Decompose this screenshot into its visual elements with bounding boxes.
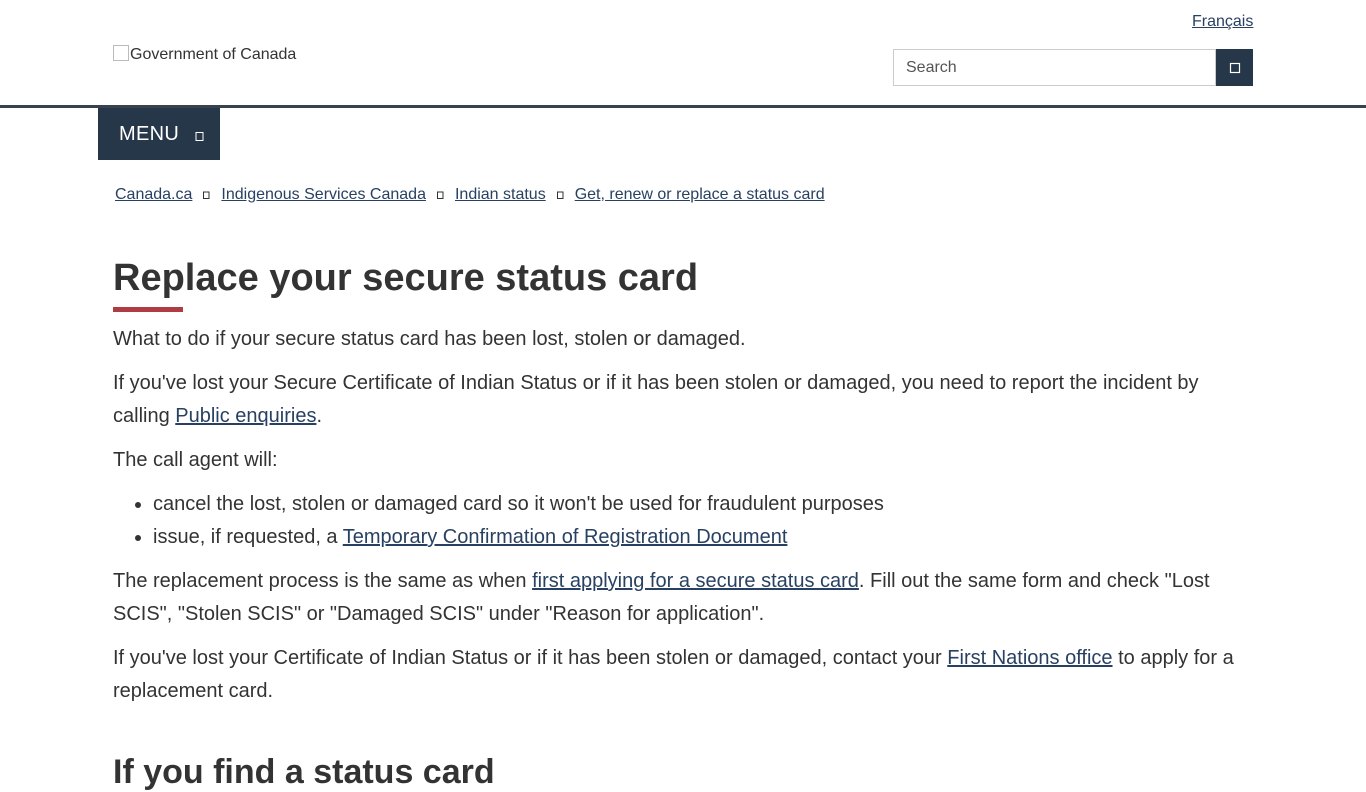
search-form bbox=[893, 49, 1253, 86]
menu-button[interactable]: MENU bbox=[98, 108, 220, 160]
breadcrumb: Canada.ca Indigenous Services Canada Ind… bbox=[115, 185, 825, 205]
search-button[interactable] bbox=[1216, 49, 1253, 86]
report-text-end: . bbox=[316, 405, 323, 427]
certificate-paragraph: If you've lost your Certificate of India… bbox=[113, 642, 1253, 708]
public-enquiries-link[interactable]: Public enquiries bbox=[175, 405, 316, 427]
chevron-right-icon bbox=[556, 191, 564, 200]
breadcrumb-link-indian-status[interactable]: Indian status bbox=[455, 186, 546, 204]
replacement-paragraph: The replacement process is the same as w… bbox=[113, 565, 1253, 631]
temporary-confirmation-link[interactable]: Temporary Confirmation of Registration D… bbox=[343, 526, 788, 548]
logo-alt-text: Government of Canada bbox=[130, 46, 297, 63]
government-of-canada-logo[interactable]: Government of Canada bbox=[113, 44, 296, 66]
main-content: Replace your secure status card What to … bbox=[113, 255, 1253, 792]
list-item: cancel the lost, stolen or damaged card … bbox=[153, 488, 1253, 521]
language-toggle-link[interactable]: Français bbox=[1192, 12, 1253, 32]
first-nations-office-link[interactable]: First Nations office bbox=[947, 647, 1112, 669]
intro-paragraph: What to do if your secure status card ha… bbox=[113, 328, 746, 350]
call-agent-list: cancel the lost, stolen or damaged card … bbox=[113, 488, 1253, 554]
chevron-right-icon bbox=[436, 191, 444, 200]
certificate-text: If you've lost your Certificate of India… bbox=[113, 647, 948, 669]
list-item-text: issue, if requested, a bbox=[153, 526, 343, 548]
find-card-heading: If you find a status card bbox=[113, 753, 495, 791]
breadcrumb-link-isc[interactable]: Indigenous Services Canada bbox=[221, 186, 426, 204]
chevron-right-icon bbox=[203, 191, 210, 200]
search-input[interactable] bbox=[893, 49, 1216, 86]
breadcrumb-link-status-card[interactable]: Get, renew or replace a status card bbox=[575, 186, 825, 204]
breadcrumb-link-canada[interactable]: Canada.ca bbox=[115, 186, 192, 204]
broken-image-icon bbox=[113, 45, 129, 61]
chevron-down-icon bbox=[195, 131, 204, 141]
menu-label: MENU bbox=[119, 122, 180, 145]
page-title: Replace your secure status card bbox=[113, 255, 1253, 312]
report-paragraph: If you've lost your Secure Certificate o… bbox=[113, 367, 1253, 433]
list-item: issue, if requested, a Temporary Confirm… bbox=[153, 521, 1253, 554]
page: Français Government of Canada MENU Canad… bbox=[0, 0, 1366, 791]
first-applying-link[interactable]: first applying for a secure status card bbox=[532, 570, 859, 592]
replacement-text: The replacement process is the same as w… bbox=[113, 570, 533, 592]
call-agent-paragraph: The call agent will: bbox=[113, 449, 278, 471]
search-icon bbox=[1229, 62, 1240, 73]
